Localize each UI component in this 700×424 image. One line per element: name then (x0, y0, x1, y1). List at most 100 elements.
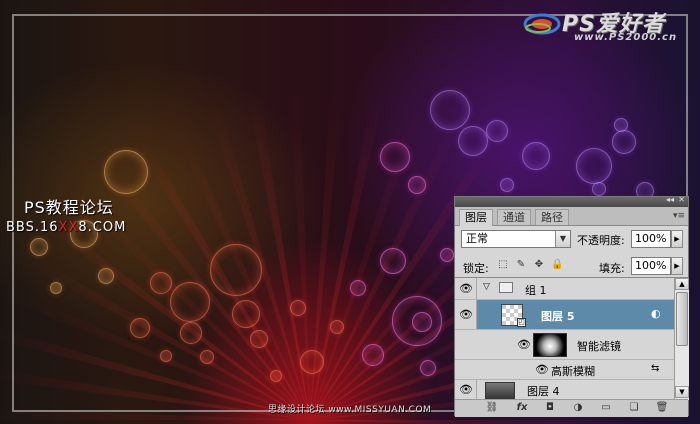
layer-row-4[interactable]: 👁 图层 4 (455, 380, 674, 400)
bubble (150, 272, 172, 294)
smart-object-icon: ◰ (517, 318, 526, 327)
bubble (270, 370, 282, 382)
filter-name: 高斯模糊 (551, 365, 595, 378)
visibility-toggle[interactable]: 👁 (455, 278, 477, 299)
expand-triangle-icon[interactable]: ▽ (483, 282, 490, 292)
layer-name: 组 1 (525, 284, 547, 297)
opacity-label: 不透明度: (577, 234, 625, 247)
lock-transparency-icon[interactable]: ⬚ (497, 259, 509, 271)
layers-scrollbar[interactable]: ▲ ▼ (674, 278, 689, 400)
panel-tabs: 图层 通道 路径 ▾≡ (455, 207, 688, 226)
folder-icon[interactable]: ▭ (599, 402, 613, 414)
bubble (486, 120, 508, 142)
lock-position-icon[interactable]: ✥ (533, 259, 545, 271)
scroll-up-icon[interactable]: ▲ (675, 278, 689, 290)
mask-icon[interactable]: ◘ (543, 402, 557, 414)
layer-thumbnail (485, 382, 515, 400)
fx-icon[interactable]: fx (515, 402, 529, 414)
opacity-input[interactable]: 100% ▶ (631, 230, 683, 248)
bubble (350, 280, 366, 296)
close-icon[interactable]: ✕ (678, 195, 685, 204)
layer-row-smart-filters[interactable]: 👁 智能滤镜 (455, 330, 674, 360)
bubble (440, 248, 454, 262)
eye-icon[interactable]: 👁 (535, 363, 549, 376)
blend-mode-select[interactable]: 正常 ▼ (461, 230, 571, 248)
bubble (232, 300, 260, 328)
trash-icon[interactable]: 🗑 (655, 402, 669, 414)
smart-filter-label: 智能滤镜 (577, 340, 621, 353)
layer-name: 图层 4 (527, 385, 560, 398)
opacity-slider-arrow-icon[interactable]: ▶ (671, 230, 683, 248)
panel-bottom-bar: ⛓ fx ◘ ◑ ▭ ❏ 🗑 (455, 399, 688, 417)
bubble (408, 176, 426, 194)
chevron-down-icon[interactable]: ▼ (555, 231, 570, 247)
footer-credit: 思缘设计论坛 www.MISSYUAN.COM (268, 405, 432, 415)
bubble (458, 126, 488, 156)
filter-options-icon[interactable]: ⇆ (651, 363, 659, 374)
lock-label: 锁定: (463, 262, 489, 275)
eye-icon[interactable]: 👁 (459, 282, 473, 295)
link-icon[interactable]: ⛓ (485, 402, 499, 414)
bubble (380, 142, 410, 172)
eye-icon[interactable]: 👁 (517, 338, 531, 351)
watermark: PS教程论坛 BBS.16XX8.COM (6, 194, 126, 235)
bubble (290, 300, 306, 316)
new-layer-icon[interactable]: ❏ (627, 402, 641, 414)
bubble (330, 320, 344, 334)
eye-icon[interactable]: 👁 (459, 308, 473, 321)
bubble (592, 182, 606, 196)
layers-list: 👁 ▽ 组 1 👁 ◰ 图层 5 ◐ 👁 智能滤镜 👁 高斯模糊 ⇆ 👁 图层 … (455, 277, 689, 400)
bubble (250, 330, 268, 348)
visibility-toggle[interactable]: 👁 (455, 380, 477, 399)
layers-panel: ◂◂ ✕ 图层 通道 路径 ▾≡ 正常 ▼ 不透明度: 100% ▶ 锁定: ⬚ … (454, 195, 689, 417)
bubble (612, 130, 636, 154)
scroll-down-icon[interactable]: ▼ (675, 386, 689, 398)
bubble (170, 282, 210, 322)
lock-pixels-icon[interactable]: ✎ (515, 259, 527, 271)
bubble (362, 344, 384, 366)
layer-row-selected[interactable]: 👁 ◰ 图层 5 ◐ (455, 300, 674, 330)
bubble (522, 142, 550, 170)
site-logo: PS爱好者 www.PS2000.cn (522, 6, 692, 50)
layer-row-group[interactable]: 👁 ▽ 组 1 (455, 278, 674, 300)
bubble (210, 244, 262, 296)
smart-filter-toggle-icon[interactable]: ◐ (651, 307, 661, 320)
scroll-thumb[interactable] (676, 292, 688, 346)
bubble (200, 350, 214, 364)
bubble (50, 282, 62, 294)
tab-channels[interactable]: 通道 (497, 209, 531, 225)
lock-all-icon[interactable]: 🔒 (551, 259, 563, 271)
watermark-line1: PS教程论坛 (24, 198, 114, 217)
bubble (576, 148, 612, 184)
logo-swirl-icon (523, 13, 561, 35)
watermark-line2: BBS.16XX8.COM (6, 220, 127, 235)
folder-icon (499, 282, 513, 293)
eye-icon[interactable]: 👁 (459, 383, 473, 396)
bubble (104, 150, 148, 194)
panel-titlebar[interactable]: ◂◂ ✕ (455, 195, 688, 207)
layer-name: 图层 5 (541, 310, 575, 323)
fill-input[interactable]: 100% ▶ (631, 257, 683, 275)
bubble (430, 90, 470, 130)
logo-url: www.PS2000.cn (574, 32, 678, 43)
bubble (180, 322, 202, 344)
bubble (30, 238, 48, 256)
bubble (380, 248, 406, 274)
bubble (98, 268, 114, 284)
collapse-icon[interactable]: ◂◂ (666, 195, 674, 204)
visibility-toggle[interactable]: 👁 (455, 300, 477, 329)
layer-row-filter[interactable]: 👁 高斯模糊 ⇆ (455, 360, 674, 380)
bubble (160, 350, 172, 362)
tab-paths[interactable]: 路径 (535, 209, 569, 225)
bubble (500, 178, 514, 192)
fill-slider-arrow-icon[interactable]: ▶ (671, 257, 683, 275)
bubble (300, 350, 324, 374)
bubble (130, 318, 150, 338)
adjustment-icon[interactable]: ◑ (571, 402, 585, 414)
tab-layers[interactable]: 图层 (459, 209, 493, 226)
panel-menu-icon[interactable]: ▾≡ (673, 211, 685, 221)
bubble (420, 360, 436, 376)
filter-mask-thumbnail[interactable] (533, 333, 567, 357)
